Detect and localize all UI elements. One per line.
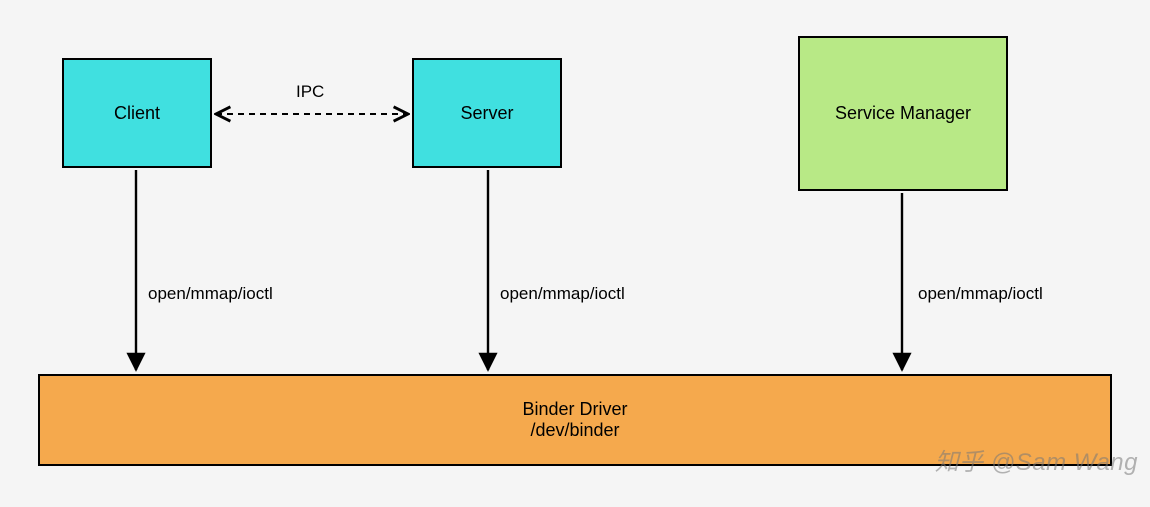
ipc-label: IPC [296,82,324,102]
service-manager-label: Service Manager [835,103,971,124]
binder-driver-line2: /dev/binder [530,420,619,441]
binder-driver-line1: Binder Driver [522,399,627,420]
client-driver-label: open/mmap/ioctl [148,284,273,304]
client-box: Client [62,58,212,168]
sm-driver-label: open/mmap/ioctl [918,284,1043,304]
client-label: Client [114,103,160,124]
server-label: Server [460,103,513,124]
watermark-text: 知乎 @Sam Wang [935,442,1138,477]
server-box: Server [412,58,562,168]
service-manager-box: Service Manager [798,36,1008,191]
server-driver-label: open/mmap/ioctl [500,284,625,304]
